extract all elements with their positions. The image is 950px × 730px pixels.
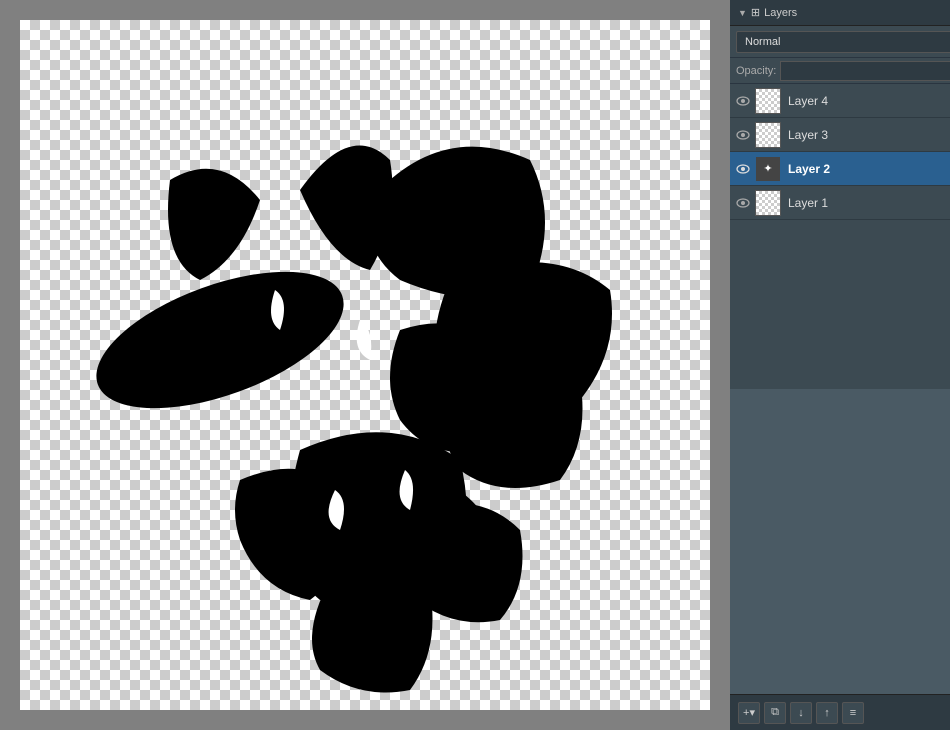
layers-empty-area [730,389,950,694]
footer-buttons: +▾ ⧉ ↓ ↑ ≡ [738,702,864,724]
layers-panel: ▼ ⊞ Layers ⊟ ✕ Normal Multiply Screen Ov… [730,0,950,730]
duplicate-layer-button[interactable]: ⧉ [764,702,786,724]
layer-1-name: Layer 1 [784,196,950,210]
layer-3-visibility-toggle[interactable] [734,126,752,144]
blend-mode-bar: Normal Multiply Screen Overlay ▼ ▼ [730,26,950,58]
layers-collapse-icon[interactable]: ▼ [738,8,747,18]
panel-title-left: ▼ ⊞ Layers [738,6,797,19]
layer-3-thumbnail [755,122,781,148]
canvas-wrapper [20,20,710,710]
layer-row-1[interactable]: Layer 1 🔒 α ⊞ [730,186,950,220]
move-layer-down-button[interactable]: ↓ [790,702,812,724]
layer-3-name: Layer 3 [784,128,950,142]
blend-mode-select[interactable]: Normal Multiply Screen Overlay [736,31,950,53]
layer-1-visibility-toggle[interactable] [734,194,752,212]
merge-layers-button[interactable]: ≡ [842,702,864,724]
canvas-svg [20,20,710,710]
opacity-bar: Opacity: ▲ ▼ [730,58,950,84]
panel-title-text: Layers [764,7,797,19]
panel-title-bar: ▼ ⊞ Layers ⊟ ✕ [730,0,950,26]
canvas-area [0,0,730,730]
layer-4-visibility-toggle[interactable] [734,92,752,110]
layer-row-3[interactable]: Layer 3 🔒 α ⊞ [730,118,950,152]
layer-2-name: Layer 2 [784,162,950,176]
layer-row-2[interactable]: ✦ Layer 2 🔒 α ⊞ [730,152,950,186]
layer-2-thumbnail: ✦ [755,156,781,182]
opacity-label: Opacity: [736,65,776,77]
layers-list: Layer 4 🔒 α ⊞ Layer 3 🔒 α ⊞ [730,84,950,389]
layer-1-thumbnail [755,190,781,216]
layer-4-name: Layer 4 [784,94,950,108]
layer-2-visibility-toggle[interactable] [734,160,752,178]
layer-4-thumbnail [755,88,781,114]
panel-footer: +▾ ⧉ ↓ ↑ ≡ 🗑 [730,694,950,730]
move-layer-up-button[interactable]: ↑ [816,702,838,724]
layers-icon: ⊞ [751,6,760,19]
opacity-input[interactable] [780,61,950,81]
add-layer-button[interactable]: +▾ [738,702,760,724]
layer-row-4[interactable]: Layer 4 🔒 α ⊞ [730,84,950,118]
